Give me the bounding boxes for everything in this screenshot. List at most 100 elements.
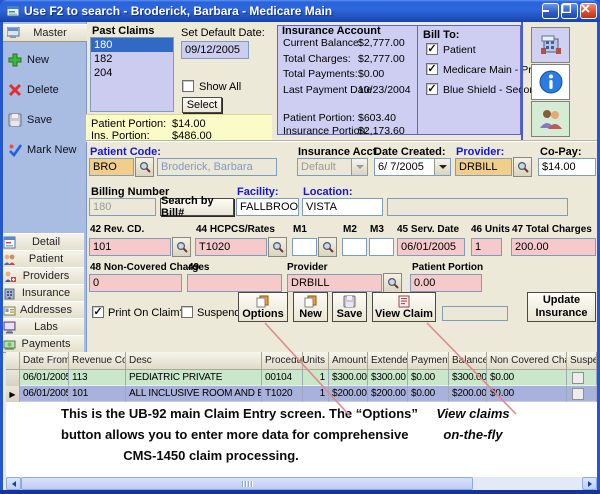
- sidebar-group-addresses[interactable]: Addresses: [0, 301, 84, 319]
- minimize-button[interactable]: [542, 3, 559, 19]
- copay-field[interactable]: $14.00: [538, 158, 596, 176]
- bill-to-blueshield-checkbox[interactable]: [426, 83, 438, 95]
- patient-search-button[interactable]: [135, 157, 154, 177]
- sidebar-action-save[interactable]: Save: [8, 112, 52, 128]
- bill-to-patient-checkbox[interactable]: [426, 43, 438, 55]
- non-covered-field[interactable]: 0: [89, 274, 182, 292]
- column-header[interactable]: Desc: [126, 352, 262, 370]
- sidebar-group-insurance[interactable]: Insurance: [0, 284, 84, 302]
- column-header[interactable]: Non Covered Charges: [487, 352, 567, 370]
- column-header[interactable]: Suspended: [567, 352, 597, 370]
- hcpcs-label: 44 HCPCS/Rates: [196, 224, 275, 235]
- m2-label: M2: [343, 224, 357, 235]
- default-date-field[interactable]: 09/12/2005: [181, 41, 249, 59]
- sidebar-group-detail[interactable]: Detail: [0, 233, 84, 251]
- m1-search-button[interactable]: [318, 237, 337, 257]
- search-icon: [139, 161, 151, 173]
- building-icon: [539, 33, 563, 57]
- facility-field[interactable]: FALLBROOK: [236, 198, 299, 216]
- location-field[interactable]: VISTA: [302, 198, 383, 216]
- close-button[interactable]: [580, 3, 597, 19]
- column-header[interactable]: Revenue Code: [69, 352, 126, 370]
- rev-cd-field[interactable]: 101: [89, 238, 171, 256]
- past-claims-list[interactable]: 180 182 204: [90, 37, 174, 112]
- patient-code-field[interactable]: BRO: [89, 158, 134, 176]
- list-item[interactable]: 204: [91, 66, 173, 80]
- cell-balance: $200.00: [449, 386, 487, 402]
- sidebar-group-payments[interactable]: Payments: [0, 335, 84, 353]
- list-item[interactable]: 180: [91, 38, 173, 52]
- provider-search-button[interactable]: [513, 157, 532, 177]
- column-header[interactable]: Extended: [368, 352, 408, 370]
- scrollbar-track[interactable]: [473, 477, 582, 490]
- horizontal-scrollbar[interactable]: [6, 477, 597, 490]
- table-row[interactable]: 06/01/2005 113 PEDIATRIC PRIVATE 00104 1…: [6, 370, 597, 386]
- sidebar-group-labs[interactable]: Labs: [0, 318, 84, 336]
- patients-button[interactable]: [531, 101, 570, 137]
- column-header[interactable]: Amount: [329, 352, 368, 370]
- options-button[interactable]: Options: [238, 292, 288, 322]
- sidebar-action-mark-new[interactable]: Mark New: [8, 142, 77, 158]
- sidebar-action-delete[interactable]: Delete: [8, 82, 59, 98]
- bill-to-medicare-checkbox[interactable]: [426, 63, 438, 75]
- date-created-select[interactable]: 6/ 7/2005: [374, 158, 451, 176]
- cell-suspended: [567, 370, 597, 386]
- sidebar-action-new[interactable]: New: [8, 52, 49, 68]
- column-header[interactable]: Balance: [449, 352, 487, 370]
- print-on-claim-checkbox[interactable]: [92, 306, 104, 318]
- column-header[interactable]: Procedure: [262, 352, 303, 370]
- m2-field[interactable]: [342, 238, 367, 256]
- sidebar-group-providers[interactable]: Providers: [0, 267, 84, 285]
- column-header[interactable]: Payments: [408, 352, 449, 370]
- facility-button[interactable]: [531, 27, 570, 63]
- providers-icon: [3, 270, 16, 283]
- list-item[interactable]: 182: [91, 52, 173, 66]
- save-disk-icon: [343, 295, 356, 308]
- suspended-cell-checkbox[interactable]: [572, 388, 584, 400]
- sidebar-group-patient[interactable]: Patient: [0, 250, 84, 268]
- search-by-bill-button[interactable]: Search by Bill#: [160, 198, 234, 216]
- save-button[interactable]: Save: [332, 292, 367, 322]
- update-insurance-button[interactable]: Update Insurance: [527, 292, 596, 322]
- detail-provider-field[interactable]: DRBILL: [287, 274, 382, 292]
- column-header[interactable]: Date From: [20, 352, 69, 370]
- units-field[interactable]: 1: [471, 238, 502, 256]
- total-charges-field[interactable]: 200.00: [511, 238, 596, 256]
- rev-cd-search-button[interactable]: [172, 237, 191, 257]
- provider-field[interactable]: DRBILL: [455, 158, 512, 176]
- bill-to-title: Bill To:: [423, 29, 459, 41]
- serv-date-field[interactable]: 06/01/2005: [397, 238, 465, 256]
- detail-patient-portion-field[interactable]: 0.00: [410, 274, 482, 292]
- m3-field[interactable]: [369, 238, 394, 256]
- m1-label: M1: [293, 224, 307, 235]
- insurance-account-panel: Insurance Account Current Balance: $2,77…: [277, 25, 418, 135]
- sidebar-tab-master[interactable]: Master: [3, 24, 87, 42]
- search-icon: [387, 277, 399, 289]
- column-header[interactable]: Units: [303, 352, 329, 370]
- table-row[interactable]: ▶ 06/01/2005 101 ALL INCLUSIVE ROOM AND …: [6, 386, 597, 402]
- chevron-down-icon[interactable]: [434, 159, 450, 175]
- detail-provider-search-button[interactable]: [383, 273, 402, 293]
- scrollbar-thumb[interactable]: [21, 477, 473, 490]
- m1-field[interactable]: [292, 238, 317, 256]
- suspended-checkbox[interactable]: [181, 306, 193, 318]
- show-all-checkbox[interactable]: [182, 80, 194, 92]
- scroll-left-button[interactable]: [6, 477, 21, 490]
- new-button[interactable]: New: [293, 292, 328, 322]
- f49-field[interactable]: [187, 274, 282, 292]
- hcpcs-search-button[interactable]: [268, 237, 287, 257]
- suspended-cell-checkbox[interactable]: [572, 372, 584, 384]
- cell-extended: $300.00: [368, 370, 408, 386]
- record-selector-current[interactable]: ▶: [6, 386, 20, 402]
- scroll-right-button[interactable]: [582, 477, 597, 490]
- info-button[interactable]: [531, 64, 570, 100]
- patient-portion-value: $14.00: [172, 118, 206, 130]
- select-button[interactable]: Select: [182, 97, 222, 113]
- maximize-button[interactable]: [561, 3, 578, 19]
- payments-money-icon: [3, 338, 16, 351]
- view-claim-button[interactable]: View Claim: [372, 292, 436, 322]
- record-selector[interactable]: [6, 370, 20, 386]
- hcpcs-field[interactable]: T1020: [195, 238, 267, 256]
- bill-to-option-label: Patient: [443, 44, 476, 56]
- selected-value: Default: [301, 161, 336, 173]
